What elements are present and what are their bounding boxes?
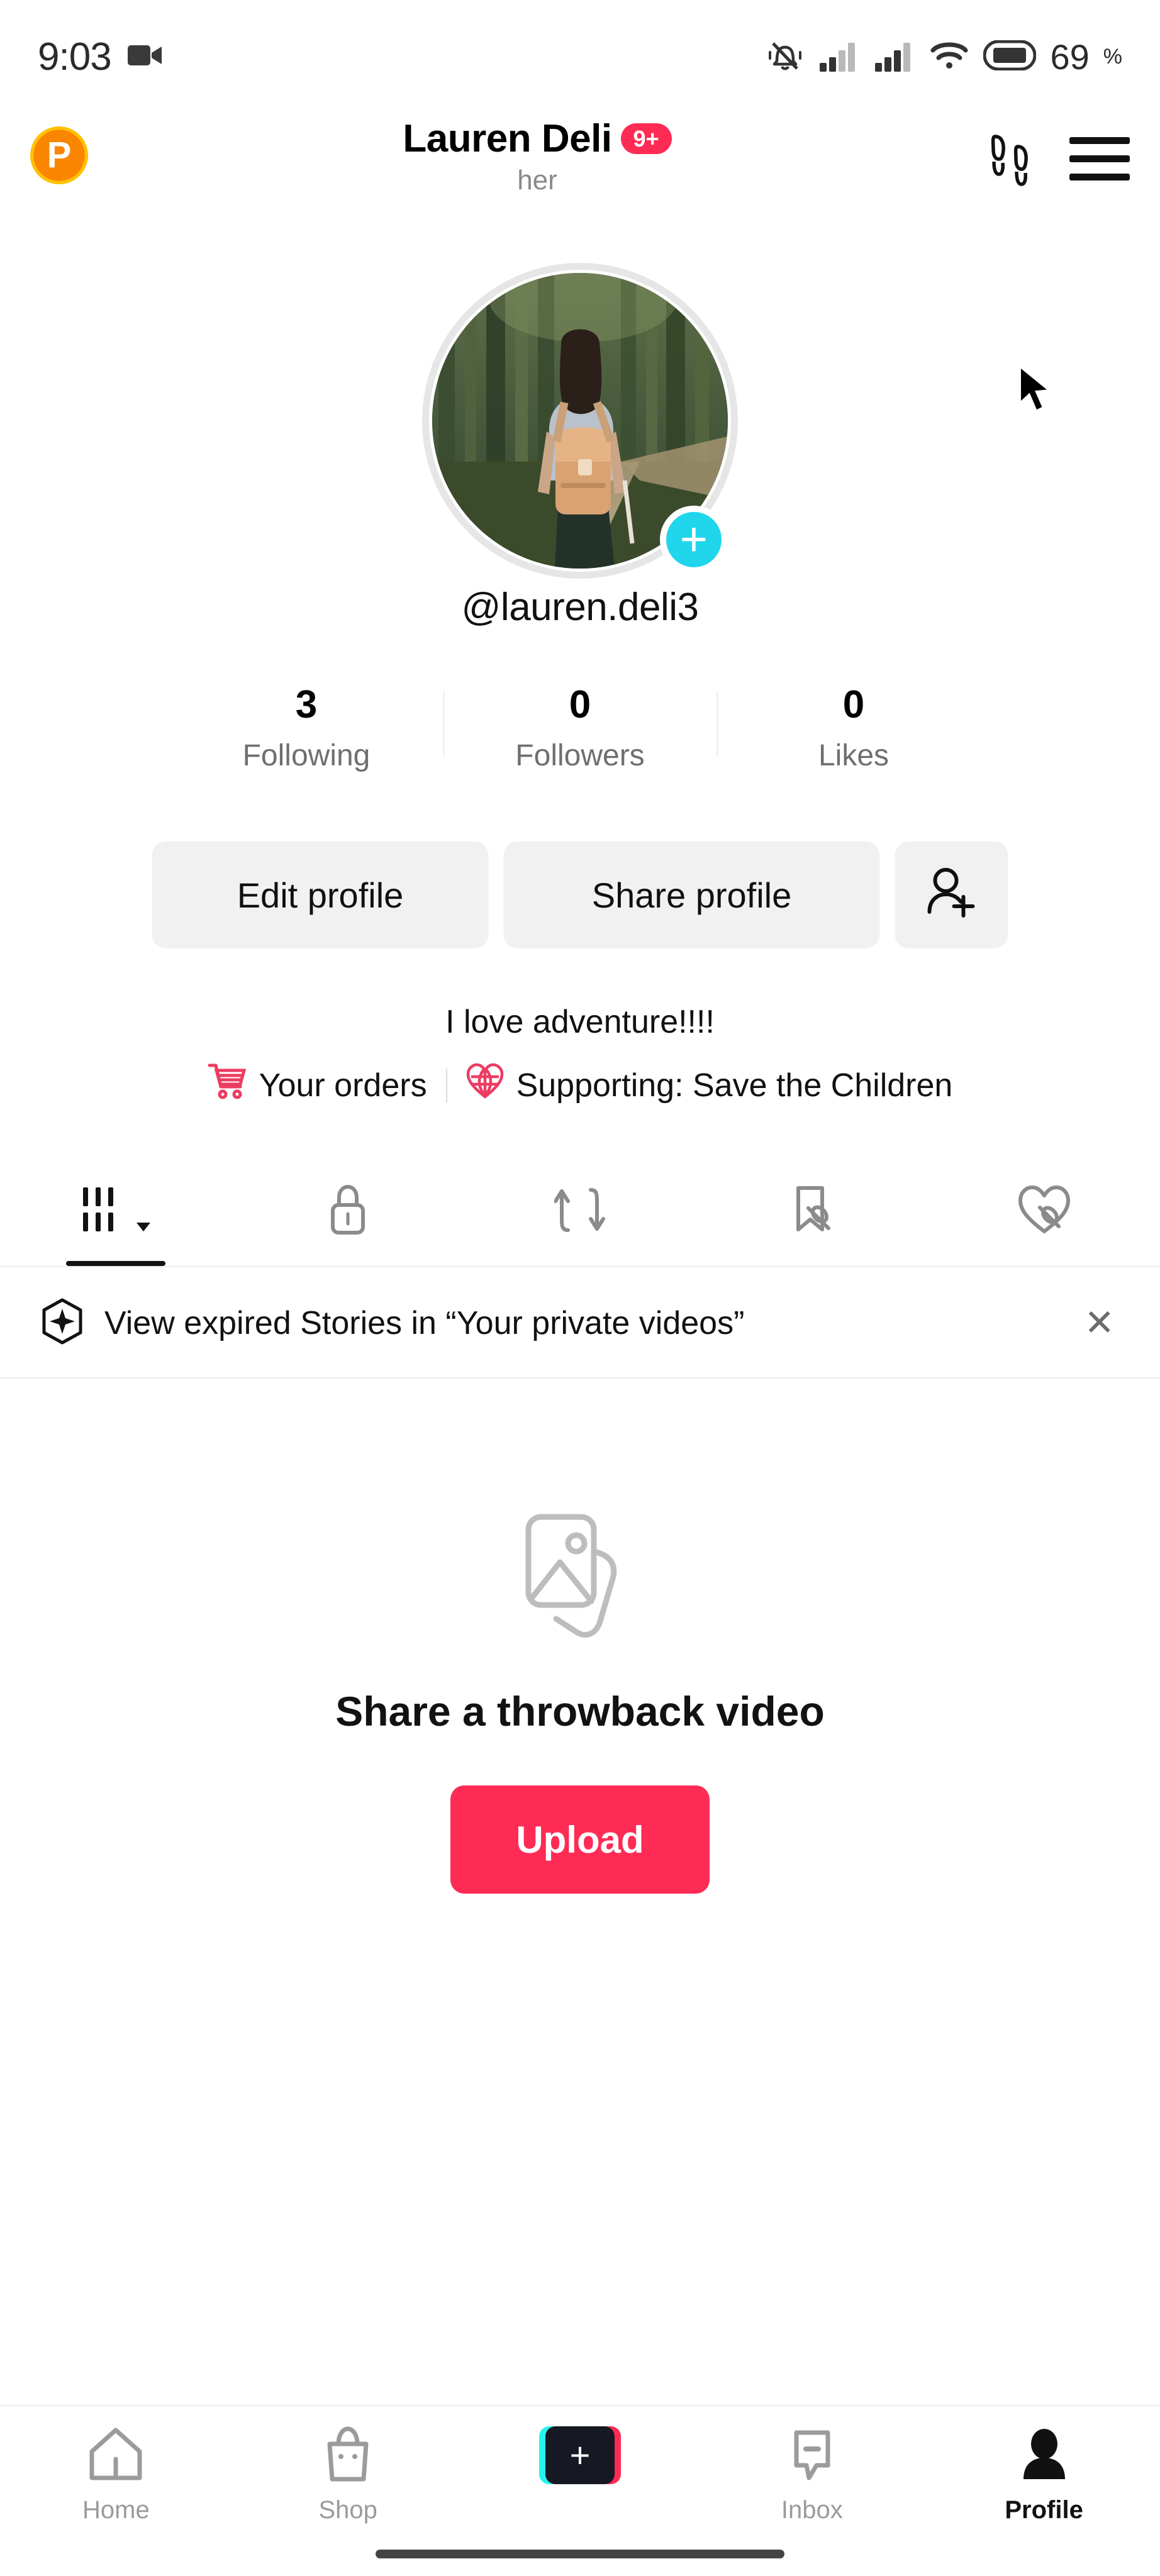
stat-count: 0 — [569, 683, 591, 726]
tab-saved[interactable] — [696, 1157, 928, 1266]
header-title-row: Lauren Deli 9+ — [403, 116, 672, 161]
stat-count: 3 — [295, 683, 318, 726]
status-time: 9:03 — [38, 35, 112, 79]
stat-count: 0 — [842, 683, 865, 726]
heart-slash-icon — [1017, 1184, 1071, 1240]
video-camera-icon — [127, 43, 163, 71]
expired-stories-banner[interactable]: View expired Stories in “Your private vi… — [0, 1269, 1160, 1379]
profile-username[interactable]: @lauren.deli3 — [0, 585, 1160, 630]
profile-stats: 3 Following 0 Followers 0 Likes — [170, 682, 991, 773]
hamburger-menu-icon[interactable] — [1069, 136, 1130, 186]
your-orders-link[interactable]: Your orders — [208, 1063, 427, 1108]
header-actions — [986, 130, 1130, 191]
footprints-icon[interactable] — [986, 130, 1039, 191]
points-badge-letter: P — [47, 135, 72, 175]
mouse-cursor — [1017, 363, 1056, 418]
pronouns-label: her — [517, 165, 557, 196]
stat-followers[interactable]: 0 Followers — [443, 682, 717, 773]
battery-percent: 69 — [1050, 36, 1090, 77]
create-plus-icon: + — [538, 2426, 621, 2484]
stat-label: Following — [242, 739, 371, 773]
stacked-photos-icon — [517, 1509, 643, 1645]
stat-label: Likes — [818, 739, 890, 773]
status-bar-left: 9:03 — [38, 35, 163, 79]
profile-header: P Lauren Deli 9+ her — [0, 116, 1160, 226]
nav-label: Shop — [318, 2496, 377, 2524]
add-friends-button[interactable] — [895, 841, 1008, 948]
mute-bell-icon — [766, 36, 805, 78]
shopping-cart-icon — [208, 1063, 247, 1108]
tab-reposts[interactable] — [464, 1157, 696, 1266]
banner-text: View expired Stories in “Your private vi… — [104, 1304, 745, 1341]
grid-bars-icon — [79, 1185, 128, 1238]
nav-create[interactable]: + — [464, 2426, 696, 2494]
status-bar: 9:03 69 % — [0, 0, 1160, 113]
nav-label: Home — [82, 2496, 150, 2524]
nav-shop[interactable]: Shop — [232, 2426, 464, 2524]
upload-button[interactable]: Upload — [450, 1785, 710, 1894]
nav-home[interactable]: Home — [0, 2426, 232, 2524]
close-icon[interactable]: ✕ — [1078, 1299, 1121, 1348]
plus-icon: + — [679, 512, 708, 566]
stat-likes[interactable]: 0 Likes — [717, 682, 991, 773]
empty-state: Share a throwback video Upload — [0, 1509, 1160, 1894]
bookmark-slash-icon — [787, 1183, 837, 1240]
tab-liked[interactable] — [928, 1157, 1160, 1266]
heart-globe-icon — [466, 1063, 504, 1108]
tab-posts-grid[interactable] — [0, 1157, 232, 1266]
signal-bars-icon — [818, 39, 860, 75]
your-orders-label: Your orders — [259, 1067, 427, 1104]
chevron-down-icon — [135, 1218, 152, 1238]
signal-bars-icon — [874, 39, 915, 75]
inbox-message-icon — [785, 2426, 839, 2486]
avatar[interactable]: + — [422, 263, 738, 579]
edit-profile-button[interactable]: Edit profile — [152, 841, 489, 948]
header-title-block: Lauren Deli 9+ her — [88, 116, 986, 196]
profile-bio: I love adventure!!!! — [445, 1004, 715, 1040]
content-tabs — [0, 1157, 1160, 1267]
stat-label: Followers — [515, 739, 645, 773]
create-plus-symbol: + — [545, 2426, 615, 2484]
points-badge-icon[interactable]: P — [30, 126, 88, 184]
nav-profile[interactable]: Profile — [928, 2426, 1160, 2524]
empty-state-title: Share a throwback video — [335, 1688, 825, 1735]
nav-inbox[interactable]: Inbox — [696, 2426, 928, 2524]
notification-badge: 9+ — [620, 123, 672, 155]
wifi-icon — [929, 39, 969, 75]
person-add-icon — [925, 864, 979, 926]
links-divider — [445, 1068, 447, 1102]
shop-bag-icon — [321, 2426, 375, 2486]
share-profile-button[interactable]: Share profile — [503, 841, 880, 948]
supporting-link[interactable]: Supporting: Save the Children — [466, 1063, 953, 1108]
tab-private[interactable] — [232, 1157, 464, 1266]
page-title: Lauren Deli — [403, 117, 612, 160]
lock-icon — [324, 1184, 372, 1240]
battery-percent-unit: % — [1103, 44, 1122, 69]
profile-links-row: Your orders Supporting: Save the Childre… — [0, 1063, 1160, 1108]
profile-action-buttons: Edit profile Share profile — [152, 841, 1008, 948]
tiktok-profile-screen: 9:03 69 % P Lauren Deli 9+ her + @lauren… — [0, 0, 1160, 2576]
battery-icon — [983, 40, 1037, 74]
nav-label: Inbox — [781, 2496, 843, 2524]
person-icon — [1017, 2426, 1071, 2486]
home-icon — [88, 2426, 143, 2486]
status-bar-right: 69 % — [766, 36, 1122, 78]
add-story-button[interactable]: + — [660, 506, 728, 574]
repost-arrows-icon — [553, 1184, 606, 1240]
stat-following[interactable]: 3 Following — [170, 682, 443, 773]
gesture-home-bar — [376, 2550, 784, 2558]
nav-label: Profile — [1005, 2496, 1083, 2524]
supporting-label: Supporting: Save the Children — [516, 1067, 953, 1104]
sparkle-circle-icon — [39, 1297, 86, 1348]
